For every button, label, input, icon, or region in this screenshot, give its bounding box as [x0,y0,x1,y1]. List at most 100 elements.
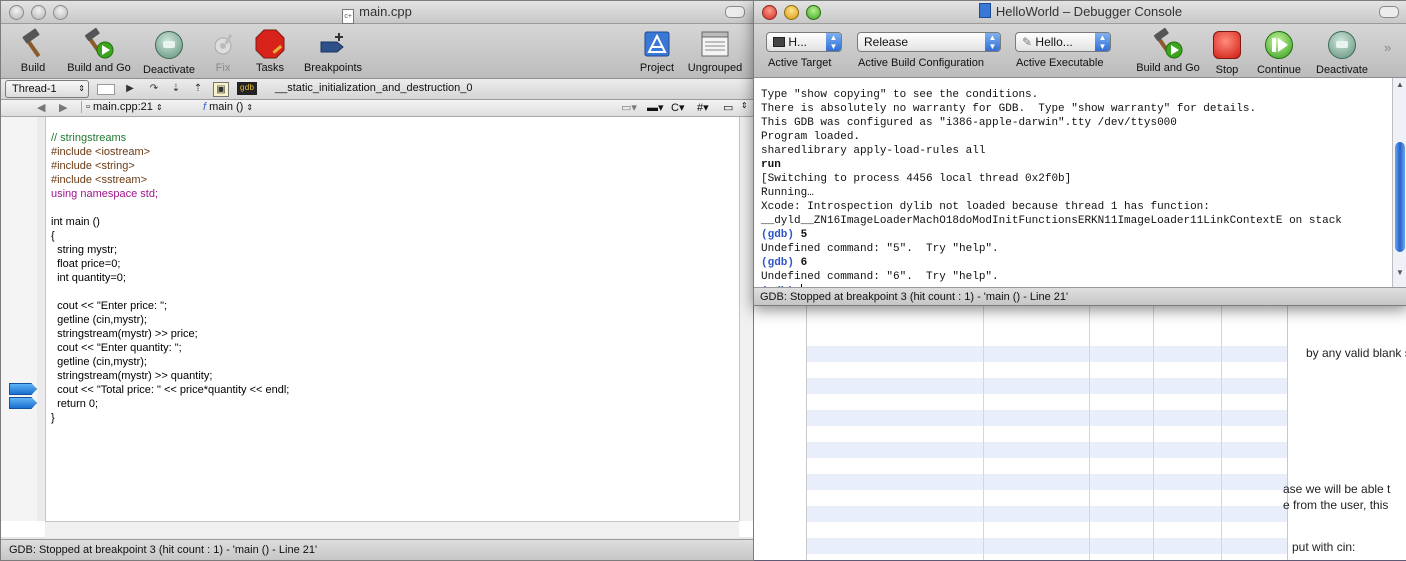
forward-arrow-icon[interactable]: ▶ [59,101,67,114]
background-table [806,300,1288,560]
code-text: float price=0; [51,258,121,270]
active-executable-popup[interactable]: ✎ Hello... ▲ ▼ [1015,32,1111,52]
split-arrows-icon[interactable]: ⇕ [741,101,748,110]
table-column-divider [1153,300,1154,560]
cpp-file-icon: c+ [342,9,355,24]
console-line: run [761,159,781,171]
code-line: cout << "Total price: " << price*quantit… [51,383,289,397]
window-controls [9,5,75,23]
code-line: return 0; [51,397,289,411]
build-configuration-value: Release [864,35,909,49]
code-text: cout << "Total price: " << price*quantit… [51,384,290,396]
code-text: using namespace std; [51,188,159,200]
code-text: { [51,230,55,242]
code-text: cout << "Enter quantity: "; [51,342,182,354]
file-location-popup[interactable]: ▫ main.cpp:21 ⇕ [81,101,163,113]
console-line: [Switching to process 4456 local thread … [761,173,1072,185]
step-into-icon[interactable]: ⇣ [169,82,183,95]
step-out-icon[interactable]: ⇡ [191,82,205,95]
popup-arrows-icon: ▲ ▼ [826,33,841,51]
scroll-down-arrow-icon[interactable]: ▼ [1396,268,1404,277]
zoom-button[interactable] [806,5,821,20]
step-over-icon[interactable]: ↷ [147,82,161,95]
breakpoint-marker[interactable] [9,383,37,395]
preprocessor-line: #include <string> [51,160,135,172]
debugger-status-bar: GDB: Stopped at breakpoint 3 (hit count … [754,287,1406,305]
debugger-window-icon[interactable]: ▣ [213,82,229,97]
build-button[interactable]: Build [9,28,57,74]
close-button[interactable] [762,5,777,20]
zoom-button[interactable] [53,5,68,20]
deactivate-icon [1328,31,1356,59]
file-location-label: main.cpp:21 [92,101,153,113]
table-stripe [807,346,1287,362]
console-vertical-scrollbar[interactable]: ▲ ▼ [1392,78,1406,287]
active-target-popup[interactable]: H... ▲ ▼ [766,32,842,52]
deactivate-button[interactable]: Deactivate [1310,28,1374,76]
toolbar-toggle-button[interactable] [725,6,745,18]
split-editor-icon[interactable]: ▭ [723,101,733,114]
code-line: #include <sstream> [51,173,289,187]
gdb-console-icon[interactable]: gdb [237,82,257,95]
breakpoints-popup-icon[interactable]: ▬▾ [647,101,664,114]
continue-icon [1265,31,1293,59]
console-line: __dyld__ZN16ImageLoaderMachO18doModInitF… [761,215,1342,227]
hammer-icon [22,28,41,58]
tasks-button[interactable]: Tasks [247,28,293,74]
project-button[interactable]: Project [635,28,679,74]
code-text: int main () [51,216,100,228]
close-button[interactable] [9,5,24,20]
code-text: int quantity=0; [51,272,126,284]
table-stripe [807,474,1287,490]
stop-sign-icon [255,29,285,59]
breakpoints-button[interactable]: Breakpoints [297,28,369,74]
active-executable-value: Hello... [1035,35,1073,49]
popup-arrows-icon: ⇕ [155,103,163,112]
minimize-button[interactable] [784,5,799,20]
active-executable-label: Active Executable [1016,57,1104,69]
toolbar-overflow-icon[interactable]: » [1384,40,1391,55]
tasks-label: Tasks [255,62,285,74]
editor-vertical-scrollbar[interactable] [739,117,753,521]
preprocessor-line: #include <sstream> [51,174,147,186]
source-code[interactable]: // stringstreams #include <iostream> #incl… [51,117,289,453]
continue-small-icon[interactable]: ▶ [123,82,137,95]
thread-popup[interactable]: Thread-1 ⇕ [5,80,89,98]
project-label: Project [639,62,675,74]
code-line: getline (cin,mystr); [51,355,289,369]
deactivate-button[interactable]: Deactivate [139,28,199,76]
breakpoint-marker[interactable] [9,397,37,409]
fix-button[interactable]: Fix [203,28,243,74]
toolbar-toggle-button[interactable] [1379,6,1399,18]
includes-popup[interactable]: #▾ [697,101,709,114]
build-configuration-label: Active Build Configuration [858,57,984,69]
console-command: 6 [800,257,808,269]
scrollbar-thumb[interactable] [1395,142,1405,252]
file-icon: ▫ [86,101,90,113]
language-popup[interactable]: C▾ [671,101,684,114]
debugger-toggle-button[interactable] [97,84,115,95]
bookmarks-icon[interactable]: ▭▾ [621,101,637,114]
stack-frame-label[interactable]: __static_initialization_and_destruction_… [275,82,473,94]
console-line: Undefined command: "5". Try "help". [761,243,999,255]
minimize-button[interactable] [31,5,46,20]
code-editor[interactable]: // stringstreams #include <iostream> #incl… [1,117,753,537]
continue-button[interactable]: Continue [1248,28,1310,76]
build-and-go-button[interactable]: Build and Go [63,28,135,74]
build-and-go-button[interactable]: Build and Go [1132,28,1204,74]
console-line: There is absolutely no warranty for GDB.… [761,103,1257,115]
gdb-console-output[interactable]: Type "show copying" to see the condition… [754,78,1392,287]
stop-button[interactable]: Stop [1209,28,1245,76]
back-arrow-icon[interactable]: ◀ [37,101,45,114]
debugger-titlebar: HelloWorld – Debugger Console [754,1,1406,24]
table-column-divider [1089,300,1090,560]
scroll-up-arrow-icon[interactable]: ▲ [1396,80,1404,89]
bg-text: ase we will be able t [1283,482,1391,496]
code-text: getline (cin,mystr); [51,356,147,368]
folding-gutter[interactable] [37,117,45,521]
build-configuration-popup[interactable]: Release ▲ ▼ [857,32,1001,52]
project-icon [644,31,670,57]
editor-horizontal-scrollbar[interactable] [45,521,739,538]
ungrouped-button[interactable]: Ungrouped [683,28,747,74]
function-popup[interactable]: f main () ⇕ [203,101,253,113]
